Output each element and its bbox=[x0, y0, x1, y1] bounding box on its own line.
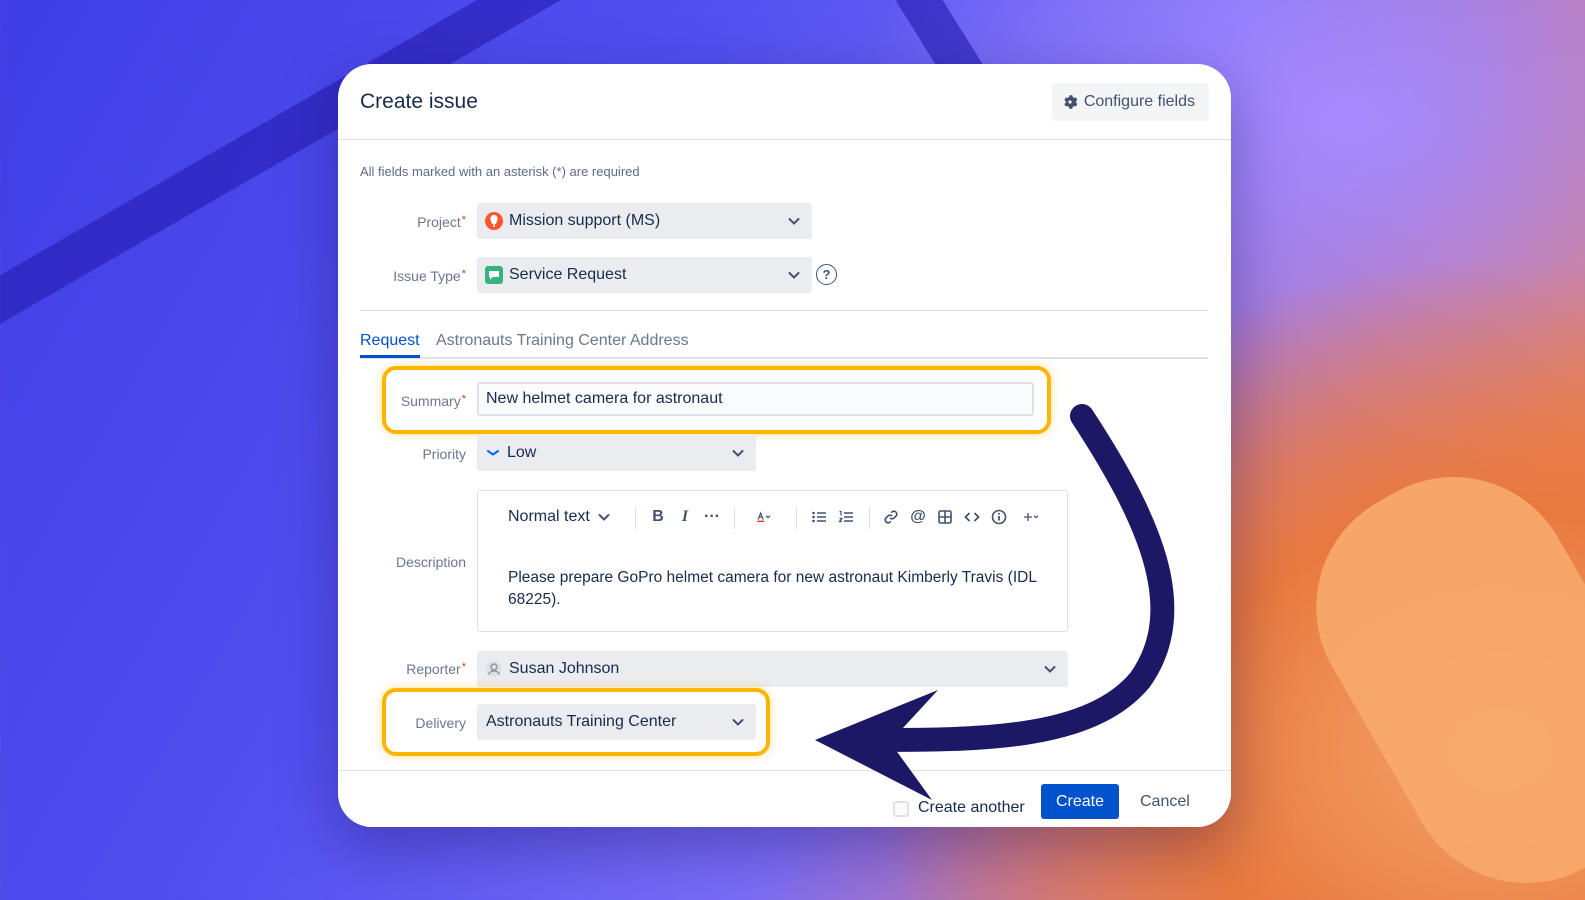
description-editor[interactable]: Normal text B I ··· @ Please prepare GoP… bbox=[477, 490, 1068, 632]
issue-type-label: Issue Type* bbox=[393, 268, 466, 284]
toolbar-separator bbox=[869, 507, 870, 529]
priority-value: Low bbox=[507, 444, 537, 461]
description-label: Description bbox=[395, 554, 466, 570]
info-icon[interactable] bbox=[988, 505, 1010, 529]
dialog-title: Create issue bbox=[360, 90, 478, 113]
toolbar-separator bbox=[796, 507, 797, 529]
chevron-down-icon bbox=[732, 719, 744, 726]
toolbar-separator bbox=[734, 507, 735, 529]
tab-training-center-address[interactable]: Astronauts Training Center Address bbox=[436, 332, 689, 356]
text-style-label: Normal text bbox=[508, 508, 590, 525]
dialog-footer: Create another Create Cancel bbox=[338, 770, 1231, 827]
chevron-down-icon bbox=[598, 514, 610, 521]
create-another-checkbox[interactable] bbox=[893, 801, 909, 817]
delivery-select[interactable]: Astronauts Training Center bbox=[477, 704, 756, 740]
link-icon[interactable] bbox=[880, 505, 902, 529]
project-value: Mission support (MS) bbox=[509, 212, 661, 229]
tab-bar: Request Astronauts Training Center Addre… bbox=[360, 332, 1208, 359]
more-icon[interactable]: ··· bbox=[702, 505, 722, 529]
description-text: Please prepare GoPro helmet camera for n… bbox=[508, 569, 1037, 608]
issue-type-select[interactable]: Service Request bbox=[477, 257, 812, 293]
italic-icon[interactable]: I bbox=[675, 505, 695, 529]
summary-value: New helmet camera for astronaut bbox=[486, 390, 723, 407]
chevron-down-icon bbox=[732, 450, 744, 457]
priority-label: Priority bbox=[422, 446, 466, 462]
background-shape bbox=[1272, 433, 1585, 900]
toolbar-separator bbox=[635, 507, 636, 529]
chevron-down-icon bbox=[788, 218, 800, 225]
help-icon[interactable]: ? bbox=[816, 264, 837, 285]
cancel-button[interactable]: Cancel bbox=[1140, 784, 1190, 819]
code-icon[interactable] bbox=[961, 505, 983, 529]
bullet-list-icon[interactable] bbox=[808, 505, 830, 529]
project-label: Project* bbox=[417, 214, 466, 230]
required-note: All fields marked with an asterisk (*) a… bbox=[360, 164, 640, 179]
create-button[interactable]: Create bbox=[1041, 784, 1119, 819]
reporter-label: Reporter* bbox=[406, 661, 466, 677]
gear-icon bbox=[1064, 95, 1078, 109]
mention-icon[interactable]: @ bbox=[907, 505, 929, 529]
numbered-list-icon[interactable] bbox=[835, 505, 857, 529]
text-style-dropdown[interactable]: Normal text bbox=[508, 505, 618, 529]
table-icon[interactable] bbox=[934, 505, 956, 529]
priority-select[interactable]: Low bbox=[477, 435, 756, 471]
dialog-header: Create issue Configure fields bbox=[338, 64, 1231, 140]
project-select[interactable]: Mission support (MS) bbox=[477, 203, 812, 239]
configure-fields-button[interactable]: Configure fields bbox=[1051, 83, 1209, 121]
priority-low-icon bbox=[487, 450, 499, 456]
user-avatar-icon bbox=[486, 661, 502, 677]
section-divider bbox=[360, 310, 1208, 311]
text-color-icon[interactable] bbox=[746, 505, 782, 529]
reporter-value: Susan Johnson bbox=[509, 660, 620, 677]
summary-label: Summary* bbox=[400, 393, 466, 409]
chevron-down-icon bbox=[788, 272, 800, 279]
configure-fields-label: Configure fields bbox=[1083, 93, 1195, 110]
bold-icon[interactable]: B bbox=[648, 505, 668, 529]
create-another-label[interactable]: Create another bbox=[918, 799, 1025, 817]
reporter-select[interactable]: Susan Johnson bbox=[477, 651, 1068, 687]
create-issue-dialog: Create issue Configure fields All fields… bbox=[338, 64, 1231, 827]
issue-type-value: Service Request bbox=[509, 266, 627, 283]
delivery-value: Astronauts Training Center bbox=[486, 713, 677, 730]
summary-input[interactable]: New helmet camera for astronaut bbox=[477, 382, 1034, 416]
plus-icon[interactable] bbox=[1015, 505, 1049, 529]
tab-request[interactable]: Request bbox=[360, 332, 420, 358]
delivery-label: Delivery bbox=[415, 715, 466, 731]
project-avatar-icon bbox=[485, 212, 503, 230]
service-request-icon bbox=[485, 266, 503, 284]
chevron-down-icon bbox=[1044, 666, 1056, 673]
